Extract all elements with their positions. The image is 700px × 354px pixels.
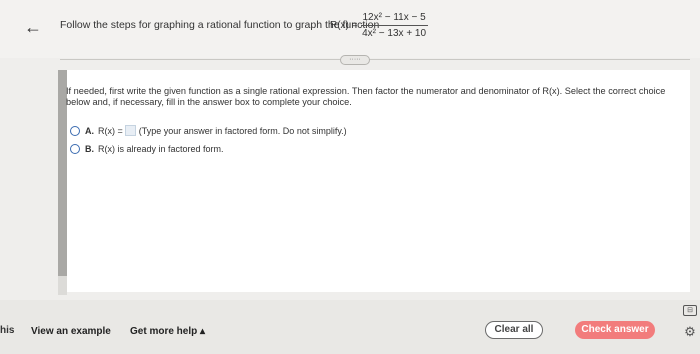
settings-gear-icon[interactable]: ⚙ bbox=[683, 325, 697, 339]
choice-a[interactable]: A. R(x) = (Type your answer in factored … bbox=[70, 125, 347, 136]
view-example-link[interactable]: View an example bbox=[31, 326, 111, 337]
choice-a-prefix: R(x) = bbox=[98, 125, 123, 136]
fraction-numerator: 12x² − 11x − 5 bbox=[360, 12, 428, 26]
function-label: R(x) = bbox=[330, 20, 358, 31]
print-icon[interactable]: ⊟ bbox=[683, 305, 697, 316]
choice-b-letter: B. bbox=[85, 144, 94, 154]
choice-b-text: R(x) is already in factored form. bbox=[98, 144, 224, 154]
check-answer-button[interactable]: Check answer bbox=[575, 321, 655, 339]
choice-a-hint: (Type your answer in factored form. Do n… bbox=[138, 125, 347, 136]
rational-fraction: 12x² − 11x − 5 4x² − 13x + 10 bbox=[360, 12, 428, 39]
choice-a-radio[interactable] bbox=[70, 125, 80, 136]
header-divider bbox=[60, 59, 690, 60]
instructions-text: If needed, first write the given functio… bbox=[66, 86, 666, 107]
answer-input-box[interactable] bbox=[124, 125, 136, 136]
back-arrow-icon[interactable]: ← bbox=[24, 18, 46, 36]
function-expression: R(x) = 12x² − 11x − 5 4x² − 13x + 10 bbox=[330, 12, 428, 39]
truncated-edge-text: his bbox=[0, 325, 15, 336]
get-more-help-link[interactable]: Get more help ▴ bbox=[130, 326, 205, 337]
choice-b[interactable]: B. R(x) is already in factored form. bbox=[70, 144, 224, 154]
expand-pill-button[interactable]: ····· bbox=[340, 55, 370, 65]
choice-a-letter: A. bbox=[85, 125, 94, 136]
choice-b-radio[interactable] bbox=[70, 144, 80, 154]
clear-all-button[interactable]: Clear all bbox=[485, 321, 543, 339]
fraction-denominator: 4x² − 13x + 10 bbox=[362, 28, 427, 39]
